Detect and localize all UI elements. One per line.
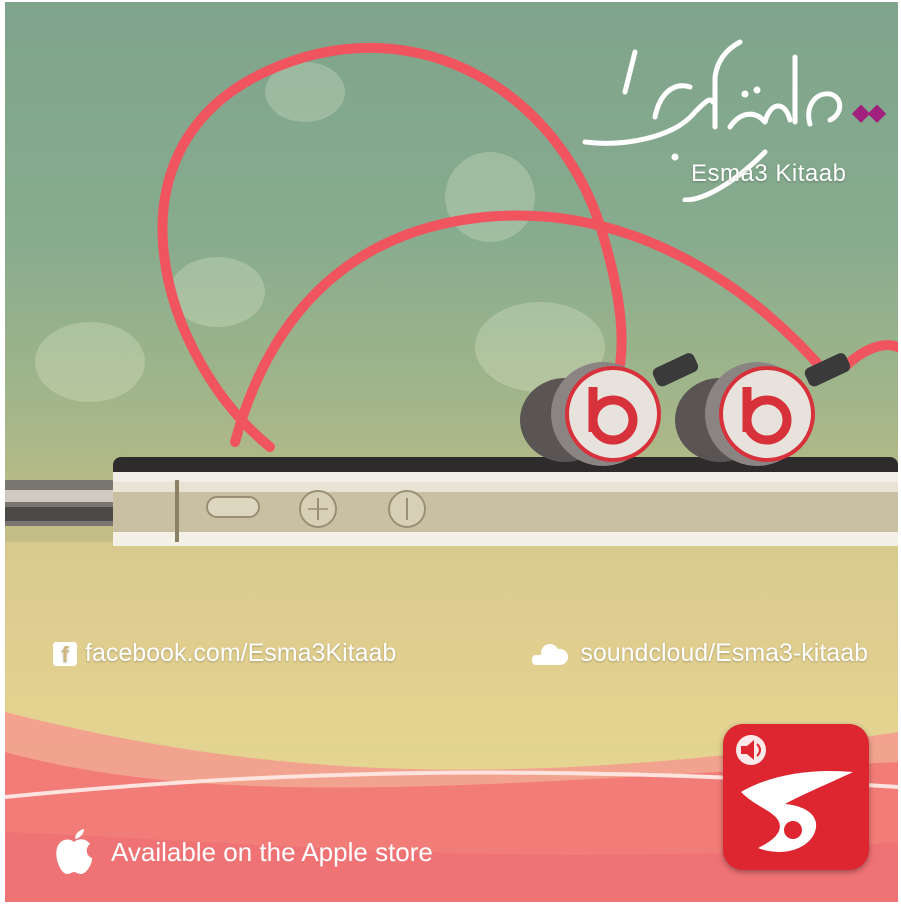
soundcloud-link[interactable]: soundcloud/Esma3-kitaab (530, 639, 868, 668)
soundcloud-icon (532, 643, 569, 665)
facebook-icon: f (53, 641, 77, 667)
facebook-link[interactable]: f facebook.com/Esma3Kitaab (53, 639, 396, 668)
earphone-cable (840, 340, 898, 372)
apple-icon (56, 829, 93, 874)
soundcloud-url: soundcloud/Esma3-kitaab (580, 639, 868, 667)
audio-jack (5, 480, 113, 526)
app-logo-tile[interactable] (723, 724, 869, 870)
poster: Esma3 Kitaab f facebook.com/Esma3Kitaab … (5, 2, 898, 902)
store-label: Available on the Apple store (111, 836, 433, 867)
app-logo-icon (736, 735, 853, 852)
smartphone (113, 457, 898, 546)
earbud (675, 353, 851, 466)
earbud (520, 353, 699, 466)
facebook-url: facebook.com/Esma3Kitaab (85, 639, 397, 667)
apple-store-link[interactable]: Available on the Apple store (51, 828, 433, 876)
brand-name: Esma3 Kitaab (691, 160, 847, 187)
speaker-icon (736, 735, 766, 765)
